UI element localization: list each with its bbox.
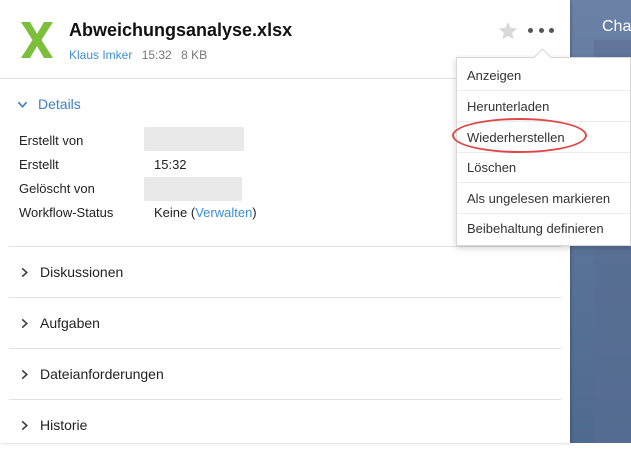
- file-owner-link[interactable]: Klaus Imker: [69, 48, 132, 62]
- detail-row-deleted-by: Gelöscht von: [19, 181, 144, 196]
- menu-item-view[interactable]: Anzeigen: [467, 68, 521, 83]
- workflow-status-value: Keine (: [154, 205, 196, 220]
- excel-x-icon: [21, 22, 53, 58]
- chevron-right-icon: [21, 420, 29, 430]
- chevron-down-icon: [17, 101, 28, 108]
- menu-item-restore[interactable]: Wiederherstellen: [467, 130, 565, 145]
- file-time: 15:32: [141, 48, 172, 62]
- section-label: Historie: [40, 417, 88, 433]
- detail-row-created: Erstellt 15:32: [19, 157, 187, 172]
- detail-row-created-by: Erstellt von: [19, 133, 144, 148]
- file-size: 8 KB: [181, 48, 208, 62]
- manage-workflow-link[interactable]: Verwalten: [195, 205, 252, 220]
- background-title: Cha: [602, 18, 631, 35]
- detail-value: 15:32: [154, 157, 187, 172]
- section-tasks[interactable]: Aufgaben: [9, 298, 561, 349]
- section-label: Dateianforderungen: [40, 366, 164, 382]
- menu-item-mark-unread[interactable]: Als ungelesen markieren: [467, 191, 610, 206]
- file-meta: Klaus Imker 15:32 8 KB: [69, 48, 207, 62]
- detail-row-workflow-status: Workflow-Status Keine (Verwalten): [19, 205, 257, 220]
- menu-item-delete[interactable]: Löschen: [467, 160, 516, 175]
- more-dots-icon[interactable]: [528, 20, 554, 40]
- file-actions-menu: Anzeigen Herunterladen Wiederherstellen …: [456, 48, 631, 246]
- menu-divider: [457, 213, 630, 214]
- detail-label: Erstellt von: [19, 133, 84, 148]
- details-label: Details: [38, 96, 81, 112]
- file-title: Abweichungsanalyse.xlsx: [69, 20, 293, 40]
- menu-divider: [457, 182, 630, 183]
- details-toggle[interactable]: Details: [17, 96, 81, 112]
- menu-item-retention[interactable]: Beibehaltung definieren: [467, 221, 604, 236]
- chevron-right-icon: [21, 267, 29, 277]
- menu-divider: [457, 121, 630, 122]
- redacted-value: [144, 127, 244, 151]
- redacted-value: [144, 177, 242, 201]
- section-label: Aufgaben: [40, 315, 100, 331]
- star-icon[interactable]: [497, 20, 519, 42]
- detail-value: Keine (Verwalten): [154, 205, 257, 220]
- section-label: Diskussionen: [40, 264, 124, 280]
- menu-divider: [457, 152, 630, 153]
- section-file-requests[interactable]: Dateianforderungen: [9, 349, 561, 400]
- chevron-right-icon: [21, 369, 29, 379]
- detail-label: Erstellt: [19, 157, 59, 172]
- chevron-right-icon: [21, 318, 29, 328]
- section-discussions[interactable]: Diskussionen: [9, 247, 561, 298]
- detail-label: Workflow-Status: [19, 205, 114, 220]
- menu-divider: [457, 90, 630, 91]
- menu-item-download[interactable]: Herunterladen: [467, 99, 549, 114]
- detail-label: Gelöscht von: [19, 181, 95, 196]
